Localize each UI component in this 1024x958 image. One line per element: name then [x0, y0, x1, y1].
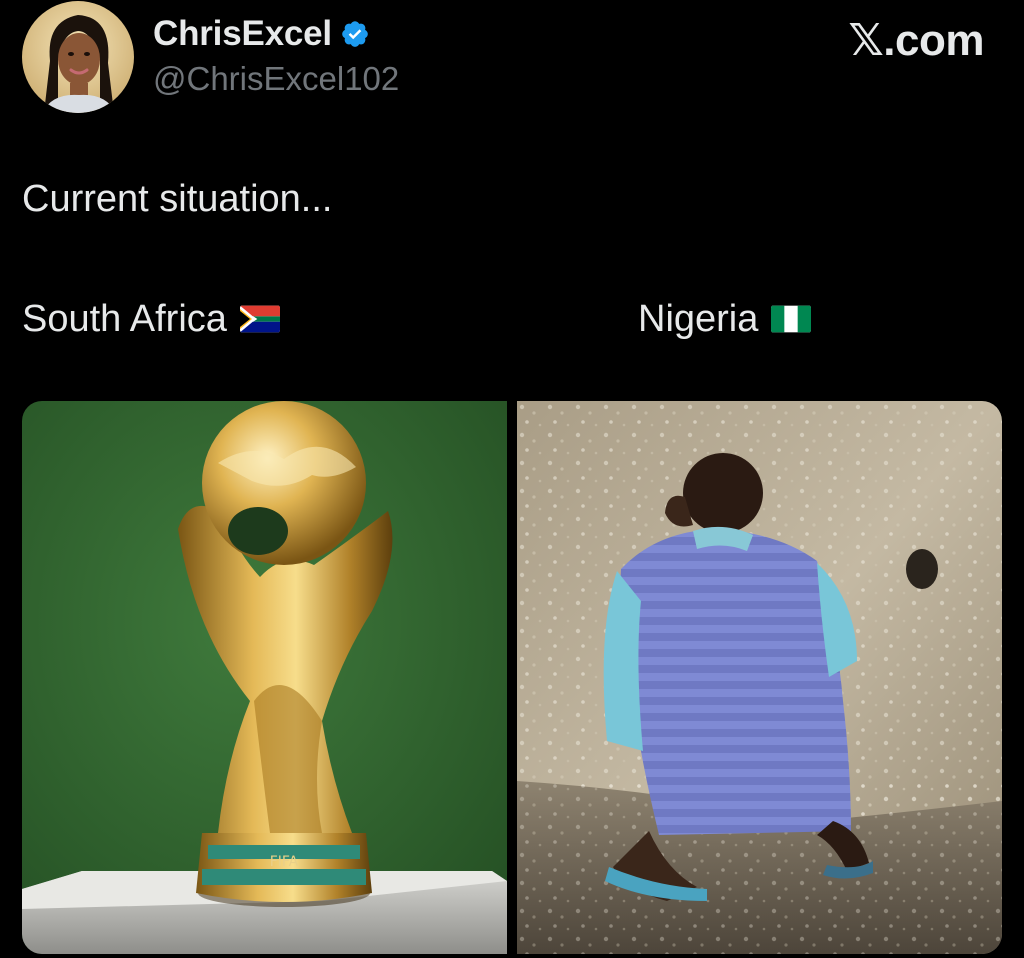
author-handle[interactable]: @ChrisExcel102: [153, 60, 399, 98]
x-brand-watermark: 𝕏.com: [848, 16, 984, 65]
author-avatar[interactable]: [22, 1, 134, 113]
column-label-text: Nigeria: [638, 297, 759, 340]
south-africa-flag-icon: [239, 305, 280, 333]
column-label-text: South Africa: [22, 297, 227, 340]
column-label-south-africa: South Africa: [22, 294, 280, 344]
author-name-row: ChrisExcel: [153, 12, 370, 56]
tweet-text: Current situation...: [22, 178, 333, 220]
verified-badge-icon: [340, 19, 370, 49]
author-display-name[interactable]: ChrisExcel: [153, 14, 332, 54]
man-squatting-by-wall-photo[interactable]: [517, 401, 1002, 954]
column-label-nigeria: Nigeria: [638, 294, 812, 344]
world-cup-trophy-photo[interactable]: FIFA: [22, 401, 507, 954]
svg-text:FIFA: FIFA: [270, 854, 299, 870]
nigeria-flag-icon: [771, 305, 812, 333]
profile-photo: [22, 1, 134, 113]
